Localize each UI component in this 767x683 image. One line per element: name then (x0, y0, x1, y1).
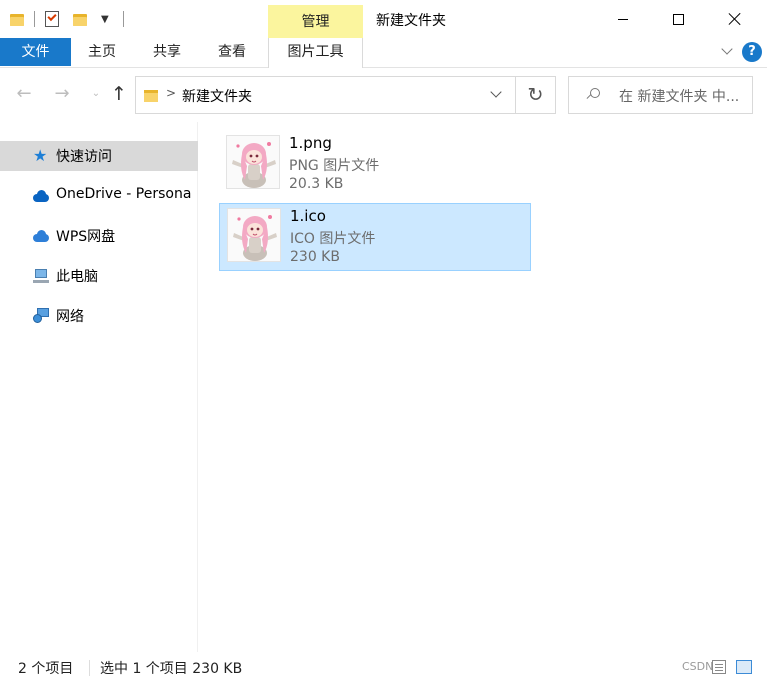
title-bar: ▼ 管理 新建文件夹 (0, 0, 767, 38)
large-icons-view-icon[interactable] (736, 660, 752, 674)
image-thumbnail (226, 135, 280, 189)
navigation-pane: ★ 快速访问 OneDrive - Persona WPS网盘 此电脑 网络 (0, 122, 198, 652)
window-title: 新建文件夹 (376, 13, 446, 29)
file-size: 20.3 KB (289, 176, 344, 192)
minimize-icon (618, 18, 628, 20)
minimize-button[interactable] (600, 0, 646, 38)
new-folder-icon[interactable] (73, 12, 87, 26)
refresh-button[interactable]: ↻ (516, 76, 556, 114)
customize-toolbar-dropdown-icon[interactable]: ▼ (101, 14, 109, 25)
star-icon: ★ (33, 146, 48, 165)
search-placeholder: 在 新建文件夹 中... (619, 89, 740, 105)
address-bar[interactable]: > 新建文件夹 (135, 76, 516, 114)
file-item-ico[interactable]: 1.ico ICO 图片文件 230 KB (219, 203, 531, 271)
address-row: ← → ⌄ ↑ > 新建文件夹 ↻ 在 新建文件夹 中... (0, 70, 767, 122)
sidebar-item-label: 网络 (56, 309, 84, 325)
network-icon (33, 308, 49, 324)
image-thumbnail (227, 208, 281, 262)
quick-access-toolbar: ▼ (10, 9, 134, 29)
maximize-icon (672, 13, 684, 25)
tab-file[interactable]: 文件 (0, 38, 71, 66)
tab-share[interactable]: 共享 (153, 38, 181, 66)
tab-home[interactable]: 主页 (88, 38, 116, 66)
search-input[interactable]: 在 新建文件夹 中... (568, 76, 753, 114)
status-bar: 2 个项目 选中 1 个项目 230 KB CSDN (0, 652, 767, 683)
sidebar-item-label: WPS网盘 (56, 229, 116, 245)
details-view-icon[interactable] (712, 660, 726, 674)
file-list: 1.png PNG 图片文件 20.3 KB 1.ico ICO 图片文件 23… (199, 122, 767, 652)
file-size: 230 KB (290, 249, 340, 265)
folder-icon (144, 88, 158, 102)
maximize-button[interactable] (655, 0, 701, 38)
help-button[interactable]: ? (742, 42, 762, 62)
manage-contextual-tab[interactable]: 管理 (268, 5, 363, 38)
watermark: CSDN (682, 660, 714, 673)
breadcrumb-current-folder[interactable]: 新建文件夹 (182, 86, 252, 106)
sidebar-item-wps-drive[interactable]: WPS网盘 (0, 221, 198, 251)
file-name: 1.png (289, 134, 332, 152)
close-button[interactable] (712, 0, 758, 38)
search-icon (586, 88, 601, 102)
sidebar-item-this-pc[interactable]: 此电脑 (0, 261, 198, 291)
sidebar-item-quick-access[interactable]: ★ 快速访问 (0, 141, 198, 171)
tab-picture-tools[interactable]: 图片工具 (268, 38, 363, 68)
address-history-chevron-icon[interactable] (491, 89, 501, 99)
sidebar-item-label: 此电脑 (56, 269, 98, 285)
file-item-png[interactable]: 1.png PNG 图片文件 20.3 KB (219, 131, 531, 199)
ribbon-tabs: 文件 主页 共享 查看 图片工具 ? (0, 38, 767, 68)
sidebar-item-label: OneDrive - Persona (56, 186, 192, 202)
back-arrow-icon[interactable]: ← (14, 84, 34, 104)
item-count: 2 个项目 (18, 661, 74, 677)
computer-icon (33, 268, 49, 284)
sidebar-item-label: 快速访问 (56, 149, 112, 165)
wps-cloud-icon (33, 228, 49, 244)
toolbar-separator (34, 11, 35, 27)
onedrive-cloud-icon (33, 188, 49, 204)
file-type: ICO 图片文件 (290, 231, 376, 247)
properties-icon[interactable] (45, 11, 59, 27)
forward-arrow-icon[interactable]: → (52, 84, 72, 104)
up-arrow-icon[interactable]: ↑ (109, 84, 129, 104)
tab-view[interactable]: 查看 (218, 38, 246, 66)
recent-locations-chevron-icon[interactable]: ⌄ (86, 84, 106, 104)
close-icon (728, 12, 742, 26)
toolbar-separator (122, 11, 124, 27)
refresh-icon: ↻ (527, 84, 544, 106)
expand-ribbon-chevron-icon[interactable] (721, 45, 733, 57)
sidebar-item-onedrive[interactable]: OneDrive - Persona (0, 181, 198, 211)
selection-info: 选中 1 个项目 230 KB (100, 661, 243, 677)
file-type: PNG 图片文件 (289, 158, 380, 174)
status-divider (89, 660, 90, 676)
folder-icon[interactable] (10, 12, 24, 26)
file-name: 1.ico (290, 207, 326, 225)
breadcrumb-chevron-icon[interactable]: > (166, 86, 176, 100)
sidebar-item-network[interactable]: 网络 (0, 301, 198, 331)
